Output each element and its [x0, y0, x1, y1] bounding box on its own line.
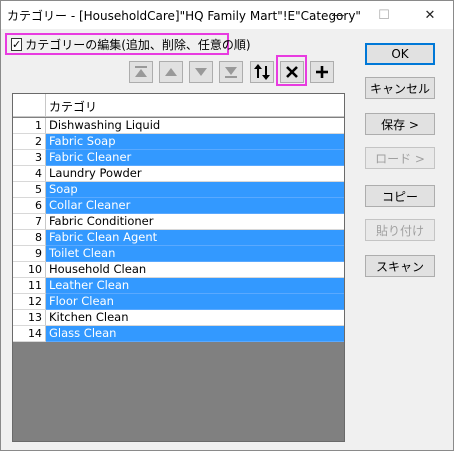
save-button[interactable]: 保存 > [365, 113, 435, 135]
category-cell[interactable]: Kitchen Clean [46, 310, 344, 326]
move-bottom-icon [225, 67, 237, 78]
grid-corner[interactable] [13, 94, 46, 117]
row-number[interactable]: 5 [13, 182, 46, 198]
category-cell[interactable]: Laundry Powder [46, 166, 344, 182]
table-row[interactable]: 7 Fabric Conditioner [13, 214, 344, 230]
maximize-icon: ☐ [378, 7, 390, 23]
row-number[interactable]: 14 [13, 326, 46, 342]
category-cell[interactable]: Dishwashing Liquid [46, 118, 344, 134]
row-number[interactable]: 13 [13, 310, 46, 326]
table-row[interactable]: 11 Leather Clean [13, 278, 344, 294]
move-down-button[interactable] [189, 61, 213, 83]
table-row[interactable]: 8 Fabric Clean Agent [13, 230, 344, 246]
add-button[interactable] [310, 61, 334, 83]
table-row[interactable]: 10 Household Clean [13, 262, 344, 278]
row-number[interactable]: 7 [13, 214, 46, 230]
table-row[interactable]: 13 Kitchen Clean [13, 310, 344, 326]
close-button[interactable]: ✕ [407, 1, 453, 29]
table-row[interactable]: 5 Soap [13, 182, 344, 198]
category-cell[interactable]: Fabric Cleaner [46, 150, 344, 166]
ok-button[interactable]: OK [365, 43, 435, 65]
row-number[interactable]: 2 [13, 134, 46, 150]
cancel-button[interactable]: キャンセル [365, 77, 435, 99]
category-cell[interactable]: Leather Clean [46, 278, 344, 294]
category-dialog: カテゴリー - [HouseholdCare]"HQ Family Mart"!… [0, 0, 454, 451]
table-row[interactable]: 6 Collar Cleaner [13, 198, 344, 214]
row-number[interactable]: 10 [13, 262, 46, 278]
window-title: カテゴリー - [HouseholdCare]"HQ Family Mart"!… [7, 9, 361, 23]
copy-button[interactable]: コピー [365, 185, 435, 207]
column-header-category[interactable]: カテゴリ [49, 98, 97, 115]
move-up-button[interactable] [159, 61, 183, 83]
table-row[interactable]: 3 Fabric Cleaner [13, 150, 344, 166]
maximize-button: ☐ [361, 1, 407, 29]
row-number[interactable]: 12 [13, 294, 46, 310]
delete-button[interactable] [280, 61, 304, 83]
row-number[interactable]: 6 [13, 198, 46, 214]
edit-categories-label: カテゴリーの編集(追加、削除、任意の順) [25, 37, 251, 52]
move-bottom-button[interactable] [219, 61, 243, 83]
delete-icon [286, 66, 298, 78]
load-button: ロード > [365, 147, 435, 169]
sort-button[interactable] [250, 61, 274, 83]
grid-header: カテゴリ [13, 94, 344, 117]
table-row[interactable]: 4 Laundry Powder [13, 166, 344, 182]
row-number[interactable]: 4 [13, 166, 46, 182]
table-row[interactable]: 14 Glass Clean [13, 326, 344, 342]
category-cell[interactable]: Fabric Clean Agent [46, 230, 344, 246]
minimize-icon: — [331, 7, 345, 23]
edit-categories-checkbox[interactable]: ✓ カテゴリーの編集(追加、削除、任意の順) [5, 33, 251, 55]
move-down-icon [195, 68, 207, 76]
title-bar: カテゴリー - [HouseholdCare]"HQ Family Mart"!… [1, 1, 453, 29]
row-number[interactable]: 11 [13, 278, 46, 294]
row-number[interactable]: 3 [13, 150, 46, 166]
table-row[interactable]: 12 Floor Clean [13, 294, 344, 310]
move-up-icon [165, 68, 177, 76]
category-grid[interactable]: カテゴリ 1 Dishwashing Liquid 2 Fabric Soap 3 Fab… [12, 93, 345, 442]
paste-button: 貼り付け [365, 219, 435, 241]
category-cell[interactable]: Soap [46, 182, 344, 198]
check-icon: ✓ [12, 37, 22, 51]
row-number[interactable]: 1 [13, 118, 46, 134]
category-cell[interactable]: Fabric Conditioner [46, 214, 344, 230]
table-row[interactable]: 2 Fabric Soap [13, 134, 344, 150]
add-icon [316, 66, 328, 78]
move-top-button[interactable] [129, 61, 153, 83]
checkbox-box[interactable]: ✓ [11, 37, 23, 51]
row-number[interactable]: 9 [13, 246, 46, 262]
minimize-button[interactable]: — [315, 1, 361, 29]
move-top-icon [135, 66, 147, 77]
table-row[interactable]: 9 Toilet Clean [13, 246, 344, 262]
category-cell[interactable]: Toilet Clean [46, 246, 344, 262]
category-cell[interactable]: Glass Clean [46, 326, 344, 342]
category-cell[interactable]: Fabric Soap [46, 134, 344, 150]
scan-button[interactable]: スキャン [365, 255, 435, 277]
category-cell[interactable]: Household Clean [46, 262, 344, 278]
category-cell[interactable]: Floor Clean [46, 294, 344, 310]
row-number[interactable]: 8 [13, 230, 46, 246]
close-icon: ✕ [424, 7, 436, 23]
sort-icon [254, 64, 270, 80]
category-cell[interactable]: Collar Cleaner [46, 198, 344, 214]
table-row[interactable]: 1 Dishwashing Liquid [13, 118, 344, 134]
